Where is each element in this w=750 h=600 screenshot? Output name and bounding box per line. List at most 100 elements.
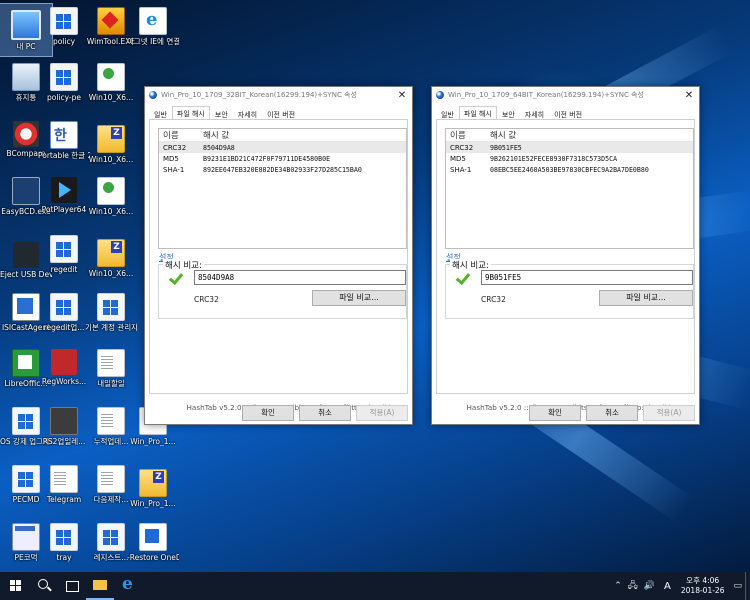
desktop-icon[interactable]: Win10_X6... [85, 232, 137, 284]
desktop-icon[interactable]: policy [38, 4, 90, 56]
desktop-icon[interactable]: regedit [38, 232, 90, 284]
hash-algorithm: CRC32 [481, 295, 506, 304]
task-view-icon[interactable] [58, 572, 86, 600]
hash-compare-input[interactable]: 9B051FE5 [481, 270, 693, 285]
desktop-icon[interactable]: Telegram [38, 462, 90, 514]
restore-icon [139, 523, 167, 551]
hash-row[interactable]: CRC32 8504D9A8 [159, 142, 406, 153]
volume-icon[interactable]: 🔊 [644, 581, 655, 591]
zip-folder-icon [97, 239, 125, 267]
desktop-icon[interactable]: 기본 계정 관리자 계... [85, 290, 137, 342]
properties-dialog-64bit: Win_Pro_10_1709_64BIT_Korean(16299.194)+… [431, 86, 700, 425]
document-icon [97, 349, 125, 377]
desktop-icon-label: RS2업일레... [42, 437, 86, 446]
app-icon [50, 235, 78, 263]
desktop-icon-label: Telegram [46, 495, 82, 504]
desktop-icon-label: 마그넷 IE에 연결하기 [127, 37, 179, 46]
hash-row[interactable]: SHA-1 892EE647EB320E882DE34B02933F27D285… [159, 164, 406, 175]
apply-button[interactable]: 적용(A) [356, 405, 408, 421]
compare-file-button[interactable]: 파일 비교... [312, 290, 406, 306]
zip-folder-icon [139, 469, 167, 497]
desktop-icon-label: Win10_X6... [88, 155, 134, 164]
regworks-icon [51, 349, 77, 375]
dialog-titlebar[interactable]: Win_Pro_10_1709_64BIT_Korean(16299.194)+… [432, 87, 699, 103]
hash-list[interactable]: 이름 해시 값 CRC32 8504D9A8 MD5 B9231E1BD21C4… [158, 128, 407, 249]
app-icon [50, 7, 78, 35]
calc-icon [12, 349, 40, 377]
close-icon[interactable]: ✕ [679, 90, 699, 101]
potplayer-icon [51, 177, 77, 203]
file-explorer-icon[interactable] [86, 572, 114, 600]
show-desktop-button[interactable] [745, 572, 750, 600]
hash-row[interactable]: CRC32 9B051FE5 [446, 142, 693, 153]
hash-list-header: 이름 해시 값 [446, 129, 693, 142]
desktop-icon[interactable]: tray [38, 520, 90, 572]
pc-icon [11, 10, 41, 40]
document-icon [97, 407, 125, 435]
notification-icon[interactable]: ▭ [733, 581, 742, 591]
cancel-button[interactable]: 취소 [299, 405, 351, 421]
ime-indicator[interactable]: A [664, 581, 671, 592]
ok-button[interactable]: 확인 [242, 405, 294, 421]
hash-row[interactable]: SHA-1 08EBC5EE2460A503BE97830CBFEC9A2BA7… [446, 164, 693, 175]
desktop-icon[interactable]: RS2업일레... [38, 404, 90, 456]
checkmark-icon [456, 271, 470, 283]
app-icon [50, 293, 78, 321]
app-icon [12, 407, 40, 435]
desktop-icon-label: Portable 한글 2010 [38, 151, 90, 160]
clock[interactable]: 오후 4:06 2018-01-26 [681, 576, 725, 596]
dialog-titlebar[interactable]: Win_Pro_10_1709_32BIT_Korean(16299.194)+… [145, 87, 412, 103]
wimtool-icon [97, 7, 125, 35]
chevron-up-icon[interactable]: ⌃ [614, 581, 622, 591]
ok-button[interactable]: 확인 [529, 405, 581, 421]
column-name-header[interactable]: 이름 [159, 129, 203, 141]
desktop-icon[interactable]: Win10_X6... [85, 174, 137, 226]
close-icon[interactable]: ✕ [392, 90, 412, 101]
apply-button[interactable]: 적용(A) [643, 405, 695, 421]
column-value-header[interactable]: 해시 값 [490, 129, 516, 141]
desktop-icon[interactable]: policy-pe [38, 60, 90, 112]
recycle-bin-icon [12, 63, 40, 91]
desktop-icon-label: 내일할일 [97, 379, 125, 388]
search-icon[interactable] [30, 572, 58, 600]
network-icon[interactable]: 🖧 [628, 578, 638, 594]
app-icon [12, 465, 40, 493]
app-icon [50, 63, 78, 91]
cancel-button[interactable]: 취소 [586, 405, 638, 421]
desktop-icon[interactable]: Portable 한글 2010 [38, 118, 90, 170]
compare-file-button[interactable]: 파일 비교... [599, 290, 693, 306]
desktop-icon[interactable]: -Restore OneDrive ... [127, 520, 179, 572]
desktop-icon[interactable]: PotPlayer64 [38, 174, 90, 226]
column-name-header[interactable]: 이름 [446, 129, 490, 141]
desktop-icon[interactable]: 내일할일 [85, 346, 137, 398]
desktop-icon[interactable]: regedit업... [38, 290, 90, 342]
hash-name: SHA-1 [163, 165, 185, 174]
hash-compare-input[interactable]: 8504D9A8 [194, 270, 406, 285]
desktop-icon-label: Win_Pro_1... [130, 437, 176, 446]
hash-name: CRC32 [163, 143, 187, 152]
desktop-icon[interactable]: 마그넷 IE에 연결하기 [127, 4, 179, 56]
start-button[interactable] [0, 572, 30, 600]
hash-value: 8504D9A8 [203, 143, 235, 152]
hash-value: 892EE647EB320E882DE34B02933F27D285C15BA0 [203, 165, 362, 174]
usb-icon [13, 242, 39, 268]
column-value-header[interactable]: 해시 값 [203, 129, 229, 141]
hash-value: 9B262101E52FECE8930F7318C573D5CA [490, 154, 618, 163]
desktop-icon[interactable]: RegWorks... [38, 346, 90, 398]
internet-explorer-icon[interactable] [114, 572, 142, 600]
desktop-icon-label: Win_Pro_1... [130, 499, 176, 508]
hash-name: SHA-1 [450, 165, 472, 174]
desktop-icon-label: Win10_X6... [88, 269, 134, 278]
torrent-icon [97, 63, 125, 91]
desktop-icon-label: -Restore OneDrive ... [127, 553, 179, 562]
hash-tab-panel: 이름 해시 값 CRC32 8504D9A8 MD5 B9231E1BD21C4… [149, 119, 408, 394]
dialog-title: Win_Pro_10_1709_64BIT_Korean(16299.194)+… [448, 91, 644, 99]
zip-folder-icon [97, 125, 125, 153]
hash-row[interactable]: MD5 B9231E1BD21C472F0F79711DE4580B0E [159, 153, 406, 164]
desktop-icon[interactable]: Win10_X6... [85, 60, 137, 112]
hash-list[interactable]: 이름 해시 값 CRC32 9B051FE5 MD5 9B262101E52FE… [445, 128, 694, 249]
hash-row[interactable]: MD5 9B262101E52FECE8930F7318C573D5CA [446, 153, 693, 164]
desktop-icon[interactable]: Win10_X6... [85, 118, 137, 170]
hwp-icon [50, 121, 78, 149]
desktop-icon[interactable]: Win_Pro_1... [127, 462, 179, 514]
